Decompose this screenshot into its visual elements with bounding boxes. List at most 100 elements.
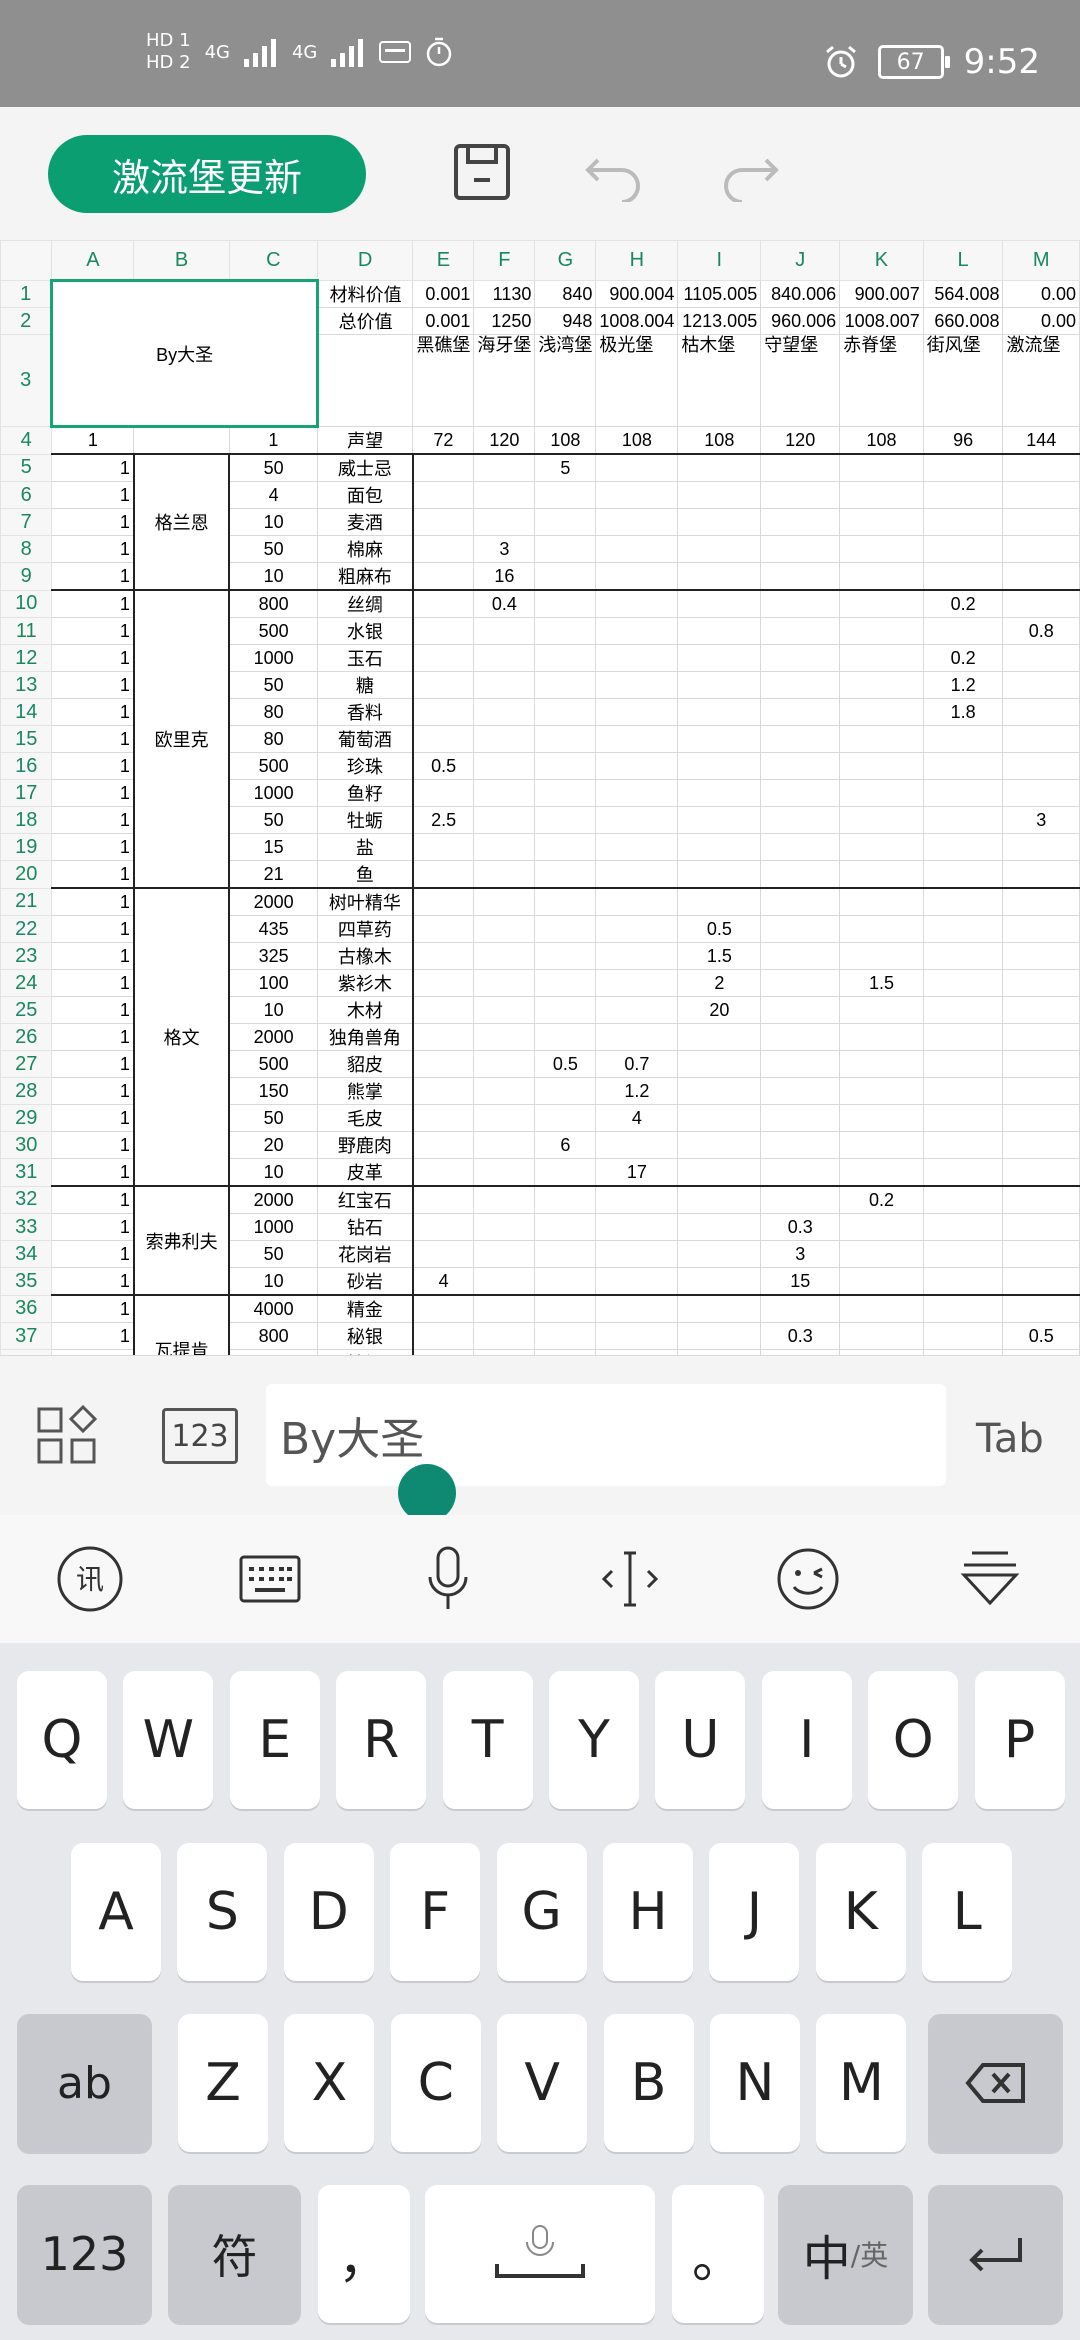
cell[interactable]: [534, 671, 597, 699]
row-header[interactable]: 17: [0, 779, 53, 807]
cell[interactable]: [595, 1023, 679, 1051]
cell[interactable]: [473, 671, 536, 699]
key-z[interactable]: Z: [178, 2014, 268, 2152]
row-header[interactable]: 36: [0, 1294, 53, 1323]
cell[interactable]: 1: [51, 806, 135, 834]
cell[interactable]: [473, 1294, 536, 1323]
cell[interactable]: [412, 1213, 475, 1241]
cell[interactable]: [595, 725, 679, 753]
cell[interactable]: [677, 833, 762, 861]
cell[interactable]: 1.8: [922, 698, 1004, 726]
cell[interactable]: 660.008: [922, 307, 1004, 335]
cell[interactable]: [760, 1131, 841, 1159]
cell[interactable]: 毛皮: [316, 1104, 414, 1132]
cell[interactable]: 0.00: [1002, 280, 1080, 308]
cell[interactable]: [922, 752, 1004, 780]
cell[interactable]: [677, 481, 762, 509]
cell[interactable]: [412, 1131, 475, 1159]
cell[interactable]: [473, 481, 536, 509]
cell[interactable]: 1: [228, 426, 318, 455]
cell[interactable]: [534, 725, 597, 753]
city-header-cell[interactable]: 浅湾堡: [534, 334, 597, 427]
cell[interactable]: [922, 969, 1004, 997]
cell[interactable]: [839, 996, 924, 1024]
cell[interactable]: 木材: [316, 996, 414, 1024]
cell[interactable]: [473, 833, 536, 861]
cell[interactable]: [1002, 860, 1080, 889]
cell[interactable]: 粗麻布: [316, 562, 414, 591]
cell[interactable]: 840.006: [760, 280, 841, 308]
cell[interactable]: 50: [228, 671, 318, 699]
cell[interactable]: [412, 1050, 475, 1078]
cell[interactable]: 50: [228, 806, 318, 834]
cell[interactable]: [922, 1158, 1004, 1187]
column-header-j[interactable]: J: [760, 240, 841, 281]
cell[interactable]: [473, 1023, 536, 1051]
cell[interactable]: [595, 1294, 679, 1323]
cell[interactable]: [760, 562, 841, 591]
cell[interactable]: 1130: [473, 280, 536, 308]
cell[interactable]: [595, 481, 679, 509]
cell[interactable]: 声望: [316, 426, 414, 455]
cell[interactable]: [1002, 508, 1080, 536]
cell[interactable]: [922, 1267, 1004, 1296]
cell[interactable]: [839, 725, 924, 753]
cell[interactable]: [534, 833, 597, 861]
key-k[interactable]: K: [815, 1843, 906, 1981]
cell[interactable]: [1002, 1050, 1080, 1078]
cell[interactable]: 1.2: [595, 1077, 679, 1105]
cell[interactable]: 1: [51, 1131, 135, 1159]
cell[interactable]: [677, 1185, 762, 1214]
cell[interactable]: 1: [51, 453, 135, 482]
cell[interactable]: [473, 1240, 536, 1268]
cell[interactable]: [595, 1267, 679, 1296]
cell[interactable]: [922, 1294, 1004, 1323]
cell[interactable]: [1002, 671, 1080, 699]
region-name-cell[interactable]: 格兰恩: [132, 453, 231, 591]
cell[interactable]: [1002, 589, 1080, 618]
cell[interactable]: 500: [228, 1050, 318, 1078]
cell[interactable]: 80: [228, 698, 318, 726]
cell[interactable]: 1: [51, 779, 135, 807]
cell[interactable]: 150: [228, 1077, 318, 1105]
column-header-f[interactable]: F: [473, 240, 536, 281]
cell[interactable]: [534, 589, 597, 618]
cell[interactable]: [760, 589, 841, 618]
cell[interactable]: 4: [412, 1267, 475, 1296]
cell[interactable]: [677, 562, 762, 591]
cell[interactable]: [677, 535, 762, 563]
cell[interactable]: [677, 860, 762, 889]
cell[interactable]: 总价值: [316, 307, 414, 335]
cell[interactable]: [677, 887, 762, 916]
cell[interactable]: [412, 860, 475, 889]
cell[interactable]: [412, 1158, 475, 1187]
cell[interactable]: [412, 942, 475, 970]
cell[interactable]: 盐: [316, 833, 414, 861]
cell[interactable]: [534, 617, 597, 645]
cell[interactable]: [473, 752, 536, 780]
cell[interactable]: [534, 1294, 597, 1323]
key-b[interactable]: B: [603, 2014, 694, 2152]
cell[interactable]: [595, 644, 679, 672]
key-j[interactable]: J: [709, 1843, 800, 1981]
cell[interactable]: [412, 915, 475, 943]
cell[interactable]: 野鹿肉: [316, 1131, 414, 1159]
cell[interactable]: 皮革: [316, 1158, 414, 1187]
cell[interactable]: 1: [51, 671, 135, 699]
row-header[interactable]: 14: [0, 698, 53, 726]
cell[interactable]: 树叶精华: [316, 887, 414, 916]
cell[interactable]: [922, 860, 1004, 889]
cell[interactable]: [839, 698, 924, 726]
cell[interactable]: 960.006: [760, 307, 841, 335]
column-header-e[interactable]: E: [412, 240, 475, 281]
row-header[interactable]: 24: [0, 969, 53, 997]
update-button[interactable]: 激流堡更新: [48, 135, 366, 213]
cell[interactable]: 80: [228, 725, 318, 753]
region-name-cell[interactable]: 格文: [132, 887, 231, 1187]
cell[interactable]: [534, 1267, 597, 1296]
cell[interactable]: 0.7: [595, 1050, 679, 1078]
row-header[interactable]: 2: [0, 307, 53, 335]
cell[interactable]: [839, 806, 924, 834]
cell[interactable]: [412, 833, 475, 861]
cell[interactable]: [473, 453, 536, 482]
